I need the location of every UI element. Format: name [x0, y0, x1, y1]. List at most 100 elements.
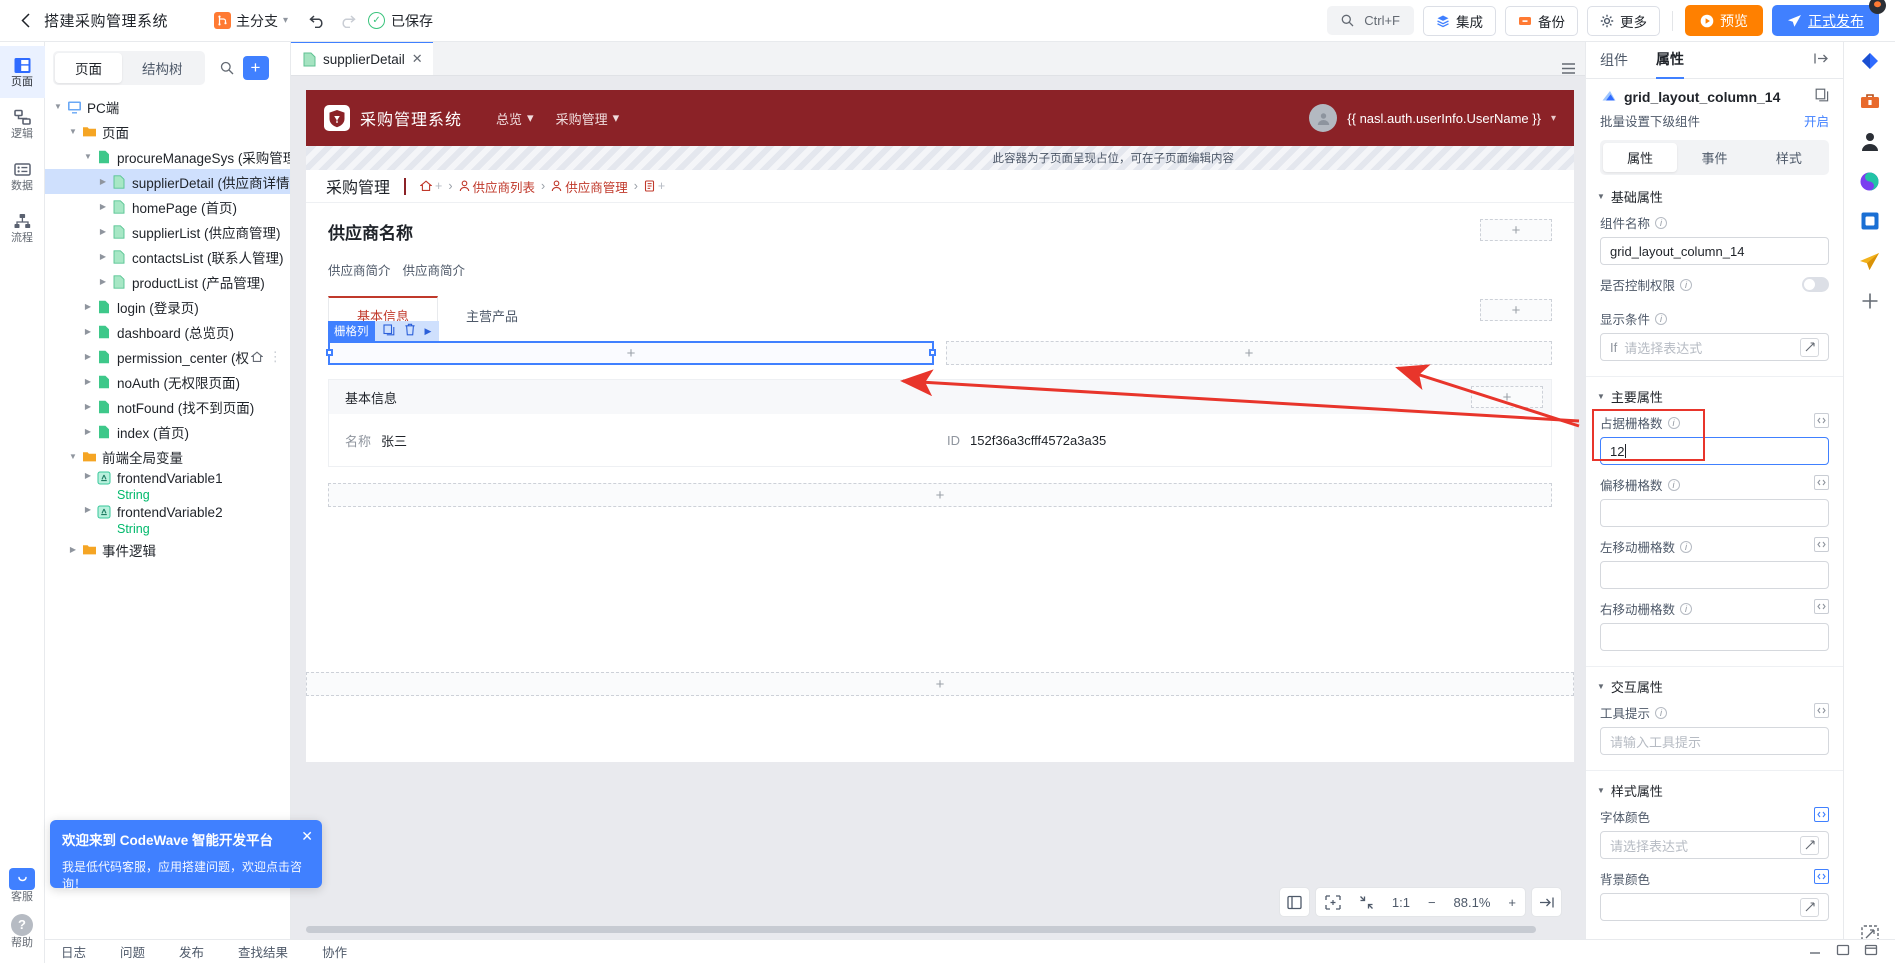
- breadcrumb-item-supplier-list[interactable]: 供应商列表: [459, 177, 535, 196]
- zoom-ratio-label[interactable]: 1:1: [1383, 887, 1419, 917]
- welcome-chat-bubble[interactable]: 欢迎来到 CodeWave 智能开发平台 我是低代码客服，应用搭建问题，欢迎点击…: [50, 820, 322, 891]
- shape-blue-icon[interactable]: [1857, 48, 1883, 74]
- chevron-right-icon[interactable]: ▶: [96, 252, 110, 261]
- rail-item-pages[interactable]: 页面: [0, 46, 45, 98]
- file-tab-supplier-detail[interactable]: supplierDetail ✕: [291, 41, 433, 75]
- chevron-down-icon[interactable]: ▼: [66, 452, 80, 461]
- bottom-item-search-results[interactable]: 查找结果: [238, 942, 288, 961]
- resize-handle-right[interactable]: [929, 349, 937, 356]
- chevron-right-icon[interactable]: ▶: [96, 277, 110, 286]
- chevron-right-icon[interactable]: ▶: [66, 545, 80, 554]
- rail-item-support[interactable]: 客服: [0, 863, 45, 907]
- tab-properties[interactable]: 属性: [1656, 42, 1684, 79]
- property-input[interactable]: [1600, 893, 1829, 921]
- nav-item-overview[interactable]: 总览 ▾: [496, 109, 534, 128]
- copy-icon[interactable]: [382, 323, 395, 339]
- tree-node[interactable]: ▼ procureManageSys (采购管理: [45, 144, 290, 169]
- info-icon[interactable]: i: [1680, 278, 1693, 291]
- property-input[interactable]: 12: [1600, 437, 1829, 465]
- chevron-right-icon[interactable]: ▶: [96, 227, 110, 236]
- expand-icon[interactable]: [1800, 897, 1819, 917]
- zoom-in-button[interactable]: +: [1499, 887, 1525, 917]
- section-header[interactable]: ▼ 主要属性: [1586, 377, 1843, 410]
- bottom-item-collaboration[interactable]: 协作: [322, 942, 347, 961]
- search-button[interactable]: Ctrl+F: [1327, 6, 1414, 35]
- bottom-item-logs[interactable]: 日志: [61, 942, 86, 961]
- chevron-right-icon[interactable]: ▶: [425, 326, 432, 337]
- undo-icon[interactable]: [302, 6, 332, 36]
- tab-structure[interactable]: 结构树: [122, 53, 203, 83]
- redo-icon[interactable]: [332, 6, 362, 36]
- tree-node[interactable]: ▶ supplierList (供应商管理): [45, 219, 290, 244]
- tree-node[interactable]: ▶ 事件逻辑: [45, 537, 290, 562]
- info-icon[interactable]: i: [1655, 216, 1668, 229]
- expression-toggle-icon[interactable]: [1814, 869, 1829, 884]
- tree-node[interactable]: ▶ contactsList (联系人管理): [45, 244, 290, 269]
- property-input[interactable]: [1600, 499, 1829, 527]
- chevron-right-icon[interactable]: ▶: [81, 352, 95, 361]
- chevron-right-icon[interactable]: ▶: [81, 377, 95, 386]
- close-icon[interactable]: ✕: [301, 828, 313, 845]
- zoom-out-button[interactable]: −: [1419, 887, 1445, 917]
- property-input[interactable]: grid_layout_column_14: [1600, 237, 1829, 265]
- tree-node[interactable]: ▶ login (登录页): [45, 294, 290, 319]
- panel-toggle-button[interactable]: [1278, 887, 1310, 917]
- breadcrumb-item-current[interactable]: +: [644, 179, 665, 193]
- expression-toggle-icon[interactable]: [1814, 475, 1829, 490]
- chevron-right-icon[interactable]: ▶: [81, 471, 95, 480]
- header-user[interactable]: {{ nasl.auth.userInfo.UserName }} ▾: [1309, 104, 1556, 132]
- rail-item-process[interactable]: 流程: [0, 202, 45, 254]
- add-page-button[interactable]: +: [242, 56, 269, 80]
- expression-toggle-icon[interactable]: [1814, 703, 1829, 718]
- tree-node[interactable]: ▶ homePage (首页): [45, 194, 290, 219]
- person-dark-icon[interactable]: [1857, 128, 1883, 154]
- section-header[interactable]: ▼ 基础属性: [1586, 177, 1843, 210]
- info-icon[interactable]: i: [1655, 706, 1668, 719]
- chevron-down-icon[interactable]: ▼: [81, 152, 95, 161]
- fit-icon[interactable]: [1316, 887, 1350, 917]
- add-slot-outer[interactable]: +: [306, 672, 1574, 696]
- collapse-icon[interactable]: [1814, 52, 1829, 68]
- publish-button[interactable]: 正式发布: [1772, 0, 1886, 36]
- tab-pages[interactable]: 页面: [55, 53, 122, 83]
- tree-node[interactable]: ▶ notFound (找不到页面): [45, 394, 290, 419]
- grid-column-empty[interactable]: +: [946, 341, 1552, 365]
- info-icon[interactable]: i: [1655, 312, 1668, 325]
- expression-toggle-icon[interactable]: [1814, 599, 1829, 614]
- expression-toggle-icon[interactable]: [1814, 537, 1829, 552]
- chevron-down-icon[interactable]: ▼: [66, 127, 80, 136]
- shrink-icon[interactable]: [1350, 887, 1383, 917]
- info-icon[interactable]: i: [1667, 478, 1680, 491]
- plus-icon[interactable]: [1857, 288, 1883, 314]
- scrollbar-thumb[interactable]: [306, 926, 1536, 933]
- search-icon[interactable]: [214, 55, 240, 81]
- window-icon[interactable]: [1835, 944, 1851, 959]
- property-input[interactable]: If 请选择表达式: [1600, 333, 1829, 361]
- chevron-right-icon[interactable]: ▶: [96, 202, 110, 211]
- subtab-properties[interactable]: 属性: [1603, 143, 1678, 172]
- subtab-styles[interactable]: 样式: [1752, 143, 1826, 172]
- nav-item-procurement[interactable]: 采购管理 ▾: [556, 109, 620, 128]
- tree-node[interactable]: ▶ index (首页): [45, 419, 290, 444]
- integration-button[interactable]: 集成: [1423, 5, 1496, 36]
- send-icon[interactable]: [1857, 248, 1883, 274]
- rail-item-data[interactable]: 数据: [0, 150, 45, 202]
- property-input[interactable]: 请选择表达式: [1600, 831, 1829, 859]
- breadcrumb-home[interactable]: +: [420, 179, 442, 193]
- back-icon[interactable]: [12, 8, 38, 34]
- minimize-icon[interactable]: [1807, 944, 1823, 959]
- maximize-icon[interactable]: [1863, 944, 1879, 959]
- grid-column-selected[interactable]: +: [326, 341, 937, 365]
- canvas-outer-slot[interactable]: +: [306, 672, 1574, 696]
- tree-node[interactable]: ▼ PC端: [45, 94, 290, 119]
- more-button[interactable]: 更多: [1587, 5, 1660, 36]
- resize-handle-left[interactable]: [326, 349, 333, 356]
- add-slot-top[interactable]: +: [1480, 219, 1552, 241]
- add-slot-bottom[interactable]: +: [328, 483, 1552, 507]
- tab-components[interactable]: 组件: [1600, 42, 1628, 79]
- breadcrumb-item-supplier-manage[interactable]: 供应商管理: [551, 177, 628, 196]
- chevron-right-icon[interactable]: ▶: [81, 402, 95, 411]
- tree-node[interactable]: ▶ permission_center (权 ⋮: [45, 344, 290, 369]
- horizontal-scrollbar[interactable]: [306, 926, 1574, 933]
- expand-icon[interactable]: [1800, 337, 1819, 357]
